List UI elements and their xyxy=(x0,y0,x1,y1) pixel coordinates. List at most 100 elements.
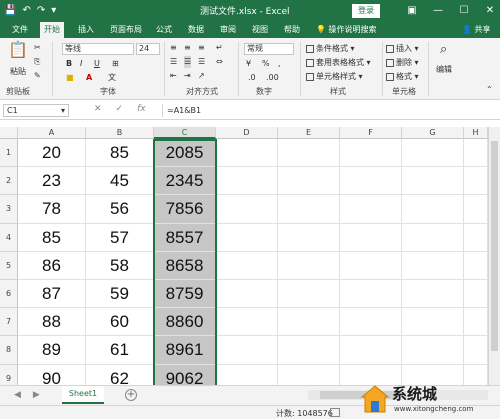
sheet-tab-sheet1[interactable]: Sheet1 xyxy=(62,386,104,404)
decrease-decimal-icon[interactable]: .00 xyxy=(266,72,279,84)
tab-view[interactable]: 视图 xyxy=(248,22,272,38)
cell-c2[interactable]: 2345 xyxy=(154,167,216,196)
cell-d5[interactable] xyxy=(216,251,278,280)
cell-a8[interactable]: 89 xyxy=(18,336,86,365)
name-box-dropdown-icon[interactable]: ▾ xyxy=(61,105,65,116)
cell-f2[interactable] xyxy=(340,167,402,196)
phonetic-icon[interactable]: 文 xyxy=(108,72,116,84)
paste-button[interactable]: 粘贴 xyxy=(10,66,26,78)
row-header-4[interactable]: 4 xyxy=(0,223,18,252)
cell-g2[interactable] xyxy=(402,167,464,196)
underline-button[interactable]: U xyxy=(94,58,100,70)
delete-cells-button[interactable]: 删除 ▾ xyxy=(386,57,419,69)
ribbon-display-icon[interactable]: ▣ xyxy=(406,3,418,19)
tab-file[interactable]: 文件 xyxy=(8,22,32,38)
font-color-icon[interactable]: A xyxy=(86,72,92,84)
cell-a7[interactable]: 88 xyxy=(18,308,86,337)
cell-b6[interactable]: 59 xyxy=(86,280,154,309)
cell-c3[interactable]: 7856 xyxy=(154,195,216,224)
cancel-icon[interactable]: ✕ xyxy=(94,104,102,114)
cell-b3[interactable]: 56 xyxy=(86,195,154,224)
column-header-c[interactable]: C xyxy=(154,127,216,139)
cell-b2[interactable]: 45 xyxy=(86,167,154,196)
cell-g7[interactable] xyxy=(402,308,464,337)
cell-c5[interactable]: 8658 xyxy=(154,251,216,280)
cell-a1[interactable]: 20 xyxy=(18,139,86,168)
cell-f6[interactable] xyxy=(340,280,402,309)
cell-h5[interactable] xyxy=(464,251,488,280)
align-right-icon[interactable]: ☰ xyxy=(198,56,205,68)
cell-d2[interactable] xyxy=(216,167,278,196)
align-middle-icon[interactable]: ≡ xyxy=(184,42,191,54)
cell-a4[interactable]: 85 xyxy=(18,223,86,252)
font-size-select[interactable]: 24 xyxy=(136,43,160,55)
cell-d8[interactable] xyxy=(216,336,278,365)
row-header-5[interactable]: 5 xyxy=(0,251,18,280)
cell-style-button[interactable]: 单元格样式 ▾ xyxy=(306,71,363,83)
copy-icon[interactable]: ⎘ xyxy=(34,56,40,68)
conditional-format-button[interactable]: 条件格式 ▾ xyxy=(306,43,355,55)
vertical-scrollbar[interactable] xyxy=(488,127,500,389)
cell-d3[interactable] xyxy=(216,195,278,224)
column-header-d[interactable]: D xyxy=(216,127,278,139)
table-format-button[interactable]: 套用表格格式 ▾ xyxy=(306,57,371,69)
currency-icon[interactable]: ¥ xyxy=(246,58,251,70)
cell-c1[interactable]: 2085 xyxy=(154,139,216,168)
cell-a5[interactable]: 86 xyxy=(18,251,86,280)
insert-function-button[interactable]: fx xyxy=(137,104,146,114)
cell-h4[interactable] xyxy=(464,223,488,252)
search-icon[interactable]: ⌕ xyxy=(440,43,447,56)
select-all-corner[interactable] xyxy=(0,127,18,139)
align-top-icon[interactable]: ≡ xyxy=(170,42,177,54)
collapse-ribbon-icon[interactable]: ⌃ xyxy=(486,84,493,96)
format-cells-button[interactable]: 格式 ▾ xyxy=(386,71,419,83)
cell-e8[interactable] xyxy=(278,336,340,365)
name-box[interactable]: C1 ▾ xyxy=(3,104,69,117)
comma-icon[interactable]: , xyxy=(278,58,281,70)
tab-data[interactable]: 数据 xyxy=(184,22,208,38)
cell-b1[interactable]: 85 xyxy=(86,139,154,168)
cell-a3[interactable]: 78 xyxy=(18,195,86,224)
column-header-b[interactable]: B xyxy=(86,127,154,139)
increase-decimal-icon[interactable]: .0 xyxy=(248,72,256,84)
font-name-select[interactable]: 等线 xyxy=(62,43,134,55)
cell-b7[interactable]: 60 xyxy=(86,308,154,337)
share-button[interactable]: 👤 共享 xyxy=(462,22,491,38)
enter-icon[interactable]: ✓ xyxy=(116,104,124,114)
percent-icon[interactable]: % xyxy=(262,58,270,70)
cell-h8[interactable] xyxy=(464,336,488,365)
cell-g4[interactable] xyxy=(402,223,464,252)
next-sheet-icon[interactable]: ▶ xyxy=(33,390,40,400)
cell-d6[interactable] xyxy=(216,280,278,309)
tab-home[interactable]: 开始 xyxy=(40,22,64,38)
tab-formulas[interactable]: 公式 xyxy=(152,22,176,38)
cell-b5[interactable]: 58 xyxy=(86,251,154,280)
row-header-8[interactable]: 8 xyxy=(0,336,18,365)
cell-e3[interactable] xyxy=(278,195,340,224)
insert-cells-button[interactable]: 插入 ▾ xyxy=(386,43,419,55)
paste-icon[interactable]: 📋 xyxy=(8,42,28,58)
cell-e4[interactable] xyxy=(278,223,340,252)
cell-g1[interactable] xyxy=(402,139,464,168)
save-icon[interactable]: 💾 xyxy=(4,3,16,19)
row-header-2[interactable]: 2 xyxy=(0,167,18,196)
cell-e1[interactable] xyxy=(278,139,340,168)
cell-a6[interactable]: 87 xyxy=(18,280,86,309)
cell-h7[interactable] xyxy=(464,308,488,337)
column-header-e[interactable]: E xyxy=(278,127,340,139)
tab-help[interactable]: 帮助 xyxy=(280,22,304,38)
cut-icon[interactable]: ✂ xyxy=(34,42,41,54)
number-format-select[interactable]: 常规 xyxy=(244,43,294,55)
normal-view-icon[interactable] xyxy=(330,408,340,417)
cell-e2[interactable] xyxy=(278,167,340,196)
cell-a2[interactable]: 23 xyxy=(18,167,86,196)
wrap-text-icon[interactable]: ↵ xyxy=(216,42,223,54)
cell-b4[interactable]: 57 xyxy=(86,223,154,252)
fill-color-icon[interactable]: ■ xyxy=(66,72,74,84)
italic-button[interactable]: I xyxy=(80,58,82,70)
column-header-h[interactable]: H xyxy=(464,127,488,139)
align-bottom-icon[interactable]: ≡ xyxy=(198,42,205,54)
tab-insert[interactable]: 插入 xyxy=(74,22,98,38)
cell-f5[interactable] xyxy=(340,251,402,280)
cell-c8[interactable]: 8961 xyxy=(154,336,216,365)
